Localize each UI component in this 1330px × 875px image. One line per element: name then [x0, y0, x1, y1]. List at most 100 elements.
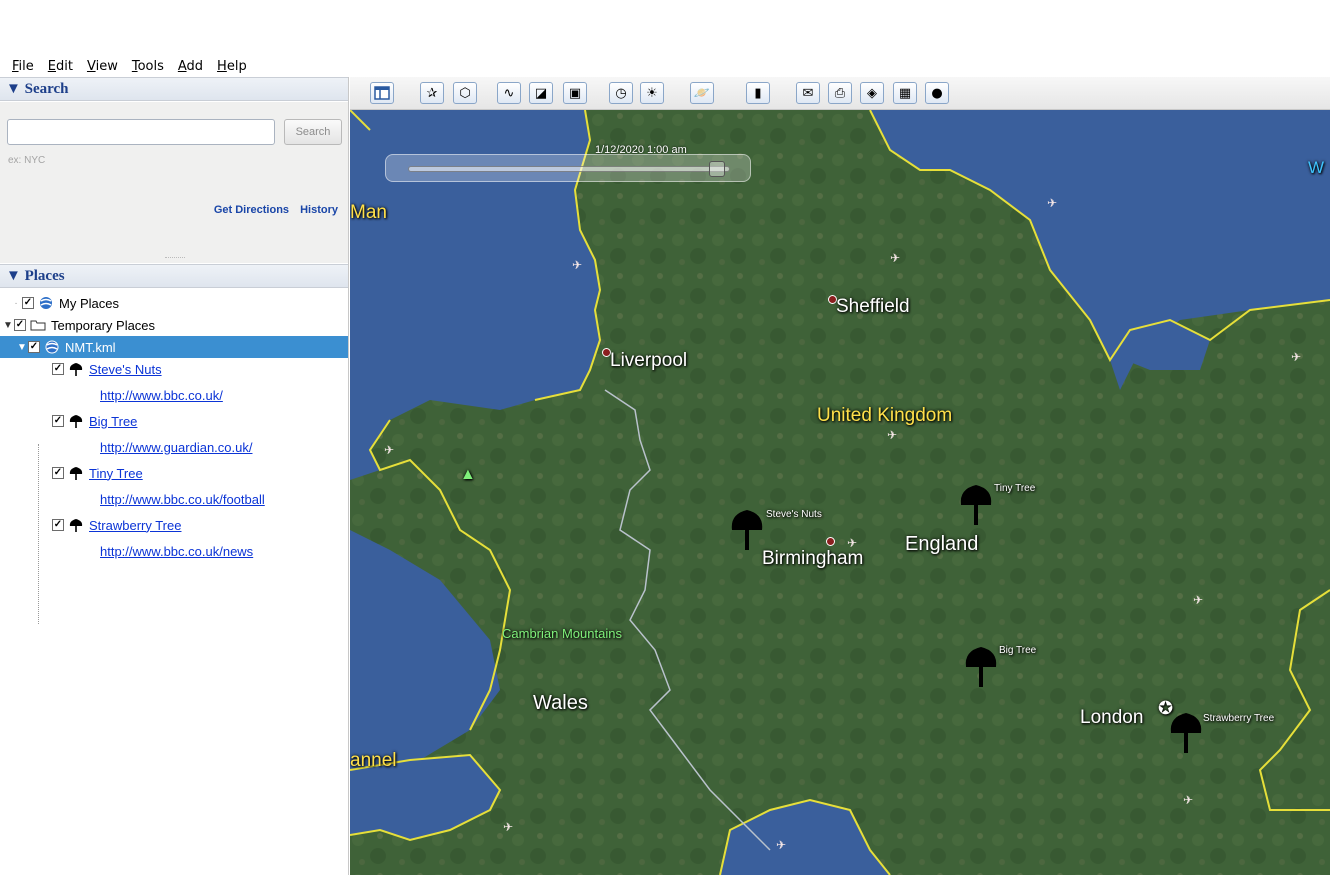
- sunlight-icon[interactable]: ☀: [640, 82, 664, 104]
- tiny-tree-checkbox[interactable]: ✓: [52, 467, 64, 479]
- menu-edit[interactable]: Edit: [48, 59, 73, 74]
- strawberry-tree-url[interactable]: http://www.bbc.co.uk/news: [100, 544, 253, 559]
- sidebar-toggle-icon[interactable]: [370, 82, 394, 104]
- tree-item-steves-nuts[interactable]: ✓ Steve's Nuts: [0, 358, 348, 380]
- steves-nuts-description: http://www.bbc.co.uk/: [0, 380, 348, 410]
- tiny-tree-link[interactable]: Tiny Tree: [89, 466, 143, 481]
- airport-icon[interactable]: ✈: [1183, 793, 1193, 807]
- tree-item-strawberry-tree[interactable]: ✓ Strawberry Tree: [0, 514, 348, 536]
- places-panel: ▼ Places: [0, 264, 348, 288]
- map-terrain: [350, 110, 1330, 875]
- map-label-birmingham: Birmingham: [762, 548, 864, 569]
- map-label-london: London: [1080, 707, 1144, 728]
- map-label-united-kingdom: United Kingdom: [817, 405, 953, 426]
- map-toolbar: ✰ ⬡ ∿ ◪ ▣ ◷ ☀ 🪐 ▮ ✉ ⎙ ◈ ▦ ●: [350, 77, 1330, 110]
- time-slider-handle[interactable]: [709, 161, 725, 177]
- add-polygon-icon[interactable]: ⬡: [453, 82, 477, 104]
- switch-planet-icon[interactable]: 🪐: [690, 82, 714, 104]
- tree-item-big-tree[interactable]: ✓ Big Tree: [0, 410, 348, 432]
- search-button[interactable]: Search: [284, 119, 342, 145]
- tree-item-my-places[interactable]: · ✓ My Places: [0, 292, 348, 314]
- save-image-icon[interactable]: ▦: [893, 82, 917, 104]
- airport-icon[interactable]: ✈: [1291, 350, 1301, 364]
- airport-icon[interactable]: ✈: [887, 428, 897, 442]
- big-tree-link[interactable]: Big Tree: [89, 414, 137, 429]
- airport-icon[interactable]: ✈: [572, 258, 582, 272]
- add-path-icon[interactable]: ∿: [497, 82, 521, 104]
- map-label-channel: annel: [350, 750, 397, 771]
- search-input[interactable]: [7, 119, 275, 145]
- big-tree-description: http://www.guardian.co.uk/: [0, 432, 348, 462]
- steves-nuts-checkbox[interactable]: ✓: [52, 363, 64, 375]
- print-icon[interactable]: ⎙: [828, 82, 852, 104]
- placemark-label-big-tree: Big Tree: [999, 645, 1037, 656]
- placemark-steves-nuts[interactable]: [728, 508, 766, 550]
- earth-gallery-icon[interactable]: ●: [925, 82, 949, 104]
- expand-arrow-icon[interactable]: ▼: [16, 342, 28, 353]
- time-slider-track[interactable]: [408, 161, 730, 177]
- map-label-w: W: [1308, 158, 1325, 177]
- tree-item-temporary-places[interactable]: ▼ ✓ Temporary Places: [0, 314, 348, 336]
- places-panel-header[interactable]: ▼ Places: [0, 264, 348, 288]
- airport-icon[interactable]: ✈: [776, 838, 786, 852]
- history-link[interactable]: History: [300, 204, 338, 216]
- placemark-tiny-tree[interactable]: [957, 483, 995, 525]
- record-tour-icon[interactable]: ▣: [563, 82, 587, 104]
- map-label-cambrian-mountains: Cambrian Mountains: [502, 626, 622, 641]
- tiny-tree-url[interactable]: http://www.bbc.co.uk/football: [100, 492, 265, 507]
- get-directions-link[interactable]: Get Directions: [214, 204, 289, 216]
- email-icon[interactable]: ✉: [796, 82, 820, 104]
- add-image-overlay-icon[interactable]: ◪: [529, 82, 553, 104]
- historical-imagery-icon[interactable]: ◷: [609, 82, 633, 104]
- airport-icon[interactable]: ✈: [847, 536, 857, 550]
- strawberry-tree-checkbox[interactable]: ✓: [52, 519, 64, 531]
- expand-arrow-icon[interactable]: ▼: [2, 320, 14, 331]
- menu-file[interactable]: File: [12, 59, 34, 74]
- big-tree-url[interactable]: http://www.guardian.co.uk/: [100, 440, 252, 455]
- my-places-checkbox[interactable]: ✓: [22, 297, 34, 309]
- mountain-tree-icon: ▲: [460, 466, 476, 483]
- panel-resize-grip[interactable]: [165, 257, 185, 261]
- map-view[interactable]: 1/12/2020 1:00 am Man W Sheffield Liverp…: [350, 110, 1330, 875]
- tree-item-tiny-tree[interactable]: ✓ Tiny Tree: [0, 462, 348, 484]
- steves-nuts-link[interactable]: Steve's Nuts: [89, 362, 162, 377]
- map-label-wales: Wales: [533, 692, 588, 714]
- airport-icon[interactable]: ✈: [890, 251, 900, 265]
- ruler-icon[interactable]: ▮: [746, 82, 770, 104]
- search-panel-header[interactable]: ▼ Search: [0, 77, 348, 101]
- left-panel: ▼ Search Search ex: NYC Get Directions H…: [0, 77, 349, 875]
- placemark-label-tiny-tree: Tiny Tree: [994, 483, 1036, 494]
- placemark-label-strawberry-tree: Strawberry Tree: [1203, 713, 1275, 724]
- steves-nuts-url[interactable]: http://www.bbc.co.uk/: [100, 388, 223, 403]
- strawberry-tree-link[interactable]: Strawberry Tree: [89, 518, 181, 533]
- menu-add[interactable]: Add: [178, 59, 203, 74]
- capital-star-icon: ✪: [1158, 698, 1174, 718]
- tree-icon: [69, 415, 83, 428]
- big-tree-checkbox[interactable]: ✓: [52, 415, 64, 427]
- app-window: File Edit View Tools Add Help ▼ Search S…: [0, 0, 1330, 875]
- menu-bar: File Edit View Tools Add Help: [0, 55, 1330, 77]
- temporary-places-checkbox[interactable]: ✓: [14, 319, 26, 331]
- map-label-england: England: [905, 533, 979, 555]
- map-label-liverpool: Liverpool: [610, 350, 688, 371]
- airport-icon[interactable]: ✈: [384, 443, 394, 457]
- placemark-big-tree[interactable]: [962, 645, 1000, 687]
- search-panel: Search ex: NYC Get Directions History: [0, 102, 348, 263]
- airport-icon[interactable]: ✈: [1193, 593, 1203, 607]
- view-in-maps-icon[interactable]: ◈: [860, 82, 884, 104]
- menu-view[interactable]: View: [87, 59, 118, 74]
- time-slider[interactable]: [385, 154, 751, 182]
- globe-icon: [40, 297, 52, 309]
- add-placemark-icon[interactable]: ✰: [420, 82, 444, 104]
- places-tree: · ✓ My Places ▼ ✓ Temporary Places ▼ ✓ N…: [0, 292, 348, 624]
- globe-icon: [45, 340, 59, 354]
- airport-icon[interactable]: ✈: [1047, 196, 1057, 210]
- tiny-tree-description: http://www.bbc.co.uk/football: [0, 484, 348, 514]
- menu-help[interactable]: Help: [217, 59, 247, 74]
- city-marker-birmingham[interactable]: [826, 537, 835, 546]
- tree-item-nmt-kml[interactable]: ▼ ✓ NMT.kml: [0, 336, 348, 358]
- tree-connector: ·: [14, 297, 18, 309]
- menu-tools[interactable]: Tools: [132, 59, 164, 74]
- nmt-kml-checkbox[interactable]: ✓: [28, 341, 40, 353]
- airport-icon[interactable]: ✈: [503, 820, 513, 834]
